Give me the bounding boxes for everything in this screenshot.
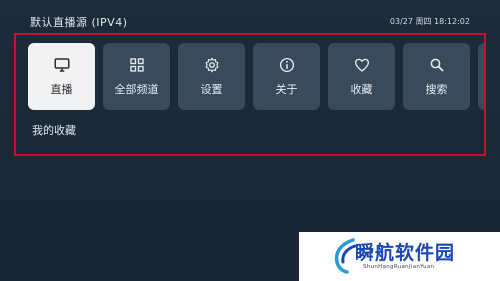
watermark-logo: 瞬航软件园 ShunHangRuanJianYuan <box>299 232 500 281</box>
menu-item-label: 多 <box>484 81 486 97</box>
grid-icon <box>129 58 144 72</box>
menu-item-favorites[interactable]: 收藏 <box>328 43 395 110</box>
menu-item-more[interactable]: 多 <box>478 43 486 110</box>
menu-item-label: 关于 <box>275 83 298 96</box>
gear-icon <box>205 57 218 73</box>
menu-item-settings[interactable]: 设置 <box>178 43 245 110</box>
main-menu-panel: 直播 全部频道 设置 关于 收藏 搜索 我的收藏 <box>14 33 486 156</box>
menu-item-label: 直播 <box>50 83 73 96</box>
menu-item-all-channels[interactable]: 全部频道 <box>103 43 170 110</box>
watermark-name: 瞬航软件园 <box>355 242 456 264</box>
menu-item-about[interactable]: 关于 <box>253 43 320 110</box>
favorites-section-title: 我的收藏 <box>32 124 76 137</box>
menu-item-live[interactable]: 直播 <box>28 43 95 110</box>
watermark-subtitle: ShunHangRuanJianYuan <box>363 264 435 270</box>
clock-readout: 03/27 周四 18:12:02 <box>389 17 470 26</box>
info-icon <box>279 57 294 73</box>
source-title: 默认直播源 (IPV4) <box>30 16 128 29</box>
tv-icon <box>54 58 69 72</box>
search-icon <box>430 58 443 72</box>
menu-item-label: 收藏 <box>350 83 373 96</box>
menu-item-search[interactable]: 搜索 <box>403 43 470 110</box>
menu-row: 直播 全部频道 设置 关于 收藏 搜索 <box>28 43 486 110</box>
menu-item-label: 搜索 <box>425 83 448 96</box>
menu-item-label: 全部频道 <box>114 83 159 96</box>
menu-item-label: 设置 <box>200 83 223 96</box>
heart-icon <box>354 58 369 72</box>
